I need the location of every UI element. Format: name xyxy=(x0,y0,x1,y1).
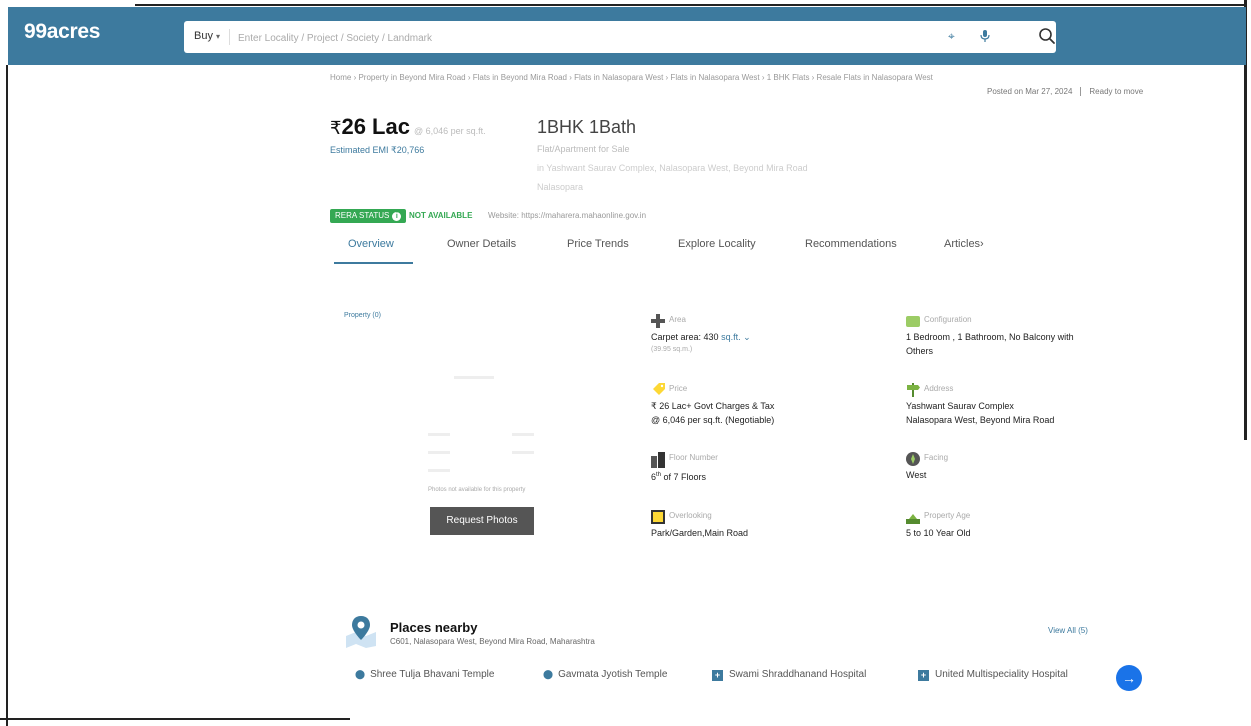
tab-owner-details[interactable]: Owner Details xyxy=(447,238,516,250)
emi-link[interactable]: Estimated EMI ₹20,766 xyxy=(330,145,424,156)
request-photos-button[interactable]: Request Photos xyxy=(430,507,534,535)
detail-label: Area xyxy=(669,315,686,324)
scan-border-left xyxy=(6,65,8,726)
detail-value: Park/Garden,Main Road xyxy=(651,528,749,538)
map-pin-icon xyxy=(344,614,378,648)
search-divider xyxy=(229,29,230,45)
search-input[interactable] xyxy=(236,25,940,51)
tab-recommendations[interactable]: Recommendations xyxy=(805,238,897,250)
buy-label: Buy xyxy=(194,30,213,42)
bed-icon xyxy=(906,314,920,328)
listing-type: Flat/Apartment for Sale xyxy=(537,144,630,154)
detail-label: Property Age xyxy=(924,511,971,520)
view-all-link[interactable]: View All (5) xyxy=(1048,626,1088,635)
active-tab-indicator xyxy=(334,262,413,264)
config-line-2: Others xyxy=(906,346,934,356)
detail-label: Overlooking xyxy=(669,511,712,520)
scan-border-right xyxy=(1244,0,1247,440)
hospital-icon: + xyxy=(712,670,723,681)
tab-overview[interactable]: Overview xyxy=(348,238,394,250)
hospital-icon: + xyxy=(918,670,929,681)
detail-value: ₹ 26 Lac+ Govt Charges & Tax @ 6,046 per … xyxy=(651,399,774,427)
unit-selector[interactable]: sq.ft. ⌄ xyxy=(721,332,751,342)
place-name: United Multispeciality Hospital xyxy=(935,669,1068,680)
area-icon xyxy=(651,314,665,328)
places-nearby-title: Places nearby xyxy=(390,620,478,635)
chevron-down-icon: ▾ xyxy=(215,32,220,41)
tab-price-trends[interactable]: Price Trends xyxy=(567,238,629,250)
address-line-2: Nalasopara West, Beyond Mira Road xyxy=(906,415,1055,425)
listing-price: ₹26 Lac @ 6,046 per sq.ft. xyxy=(330,114,486,140)
detail-value: 6th of 7 Floors xyxy=(651,468,706,484)
place-name: Shree Tulja Bhavani Temple xyxy=(370,669,495,680)
place-name: Gavmata Jyotish Temple xyxy=(558,669,668,680)
compass-icon xyxy=(906,452,920,466)
place-chip[interactable]: ⬤ Shree Tulja Bhavani Temple xyxy=(355,669,494,680)
tab-explore-locality[interactable]: Explore Locality xyxy=(678,238,756,250)
rera-badge-label: RERA STATUS xyxy=(335,211,390,220)
crosshair-icon[interactable]: ⌖ xyxy=(948,30,960,42)
magnifier-icon[interactable] xyxy=(1038,27,1058,47)
price-line-2: @ 6,046 per sq.ft. (Negotiable) xyxy=(651,415,775,425)
posted-divider xyxy=(1080,87,1082,97)
listing-config: 1BHK 1Bath xyxy=(537,117,637,137)
price-line-1: ₹ 26 Lac+ Govt Charges & Tax xyxy=(651,401,775,411)
rupee-symbol: ₹ xyxy=(330,118,342,138)
detail-label: Facing xyxy=(924,453,949,462)
window-icon xyxy=(651,510,665,524)
signpost-icon xyxy=(906,383,920,397)
site-logo[interactable]: 99acres xyxy=(24,20,100,44)
address-line-1: Yashwant Saurav Complex xyxy=(906,401,1014,411)
detail-value: West xyxy=(906,470,927,480)
carpet-area: Carpet area: 430 xyxy=(651,332,719,342)
mic-icon[interactable] xyxy=(980,30,992,42)
detail-label: Floor Number xyxy=(669,453,718,462)
listing-address-line: in Yashwant Saurav Complex, Nalasopara W… xyxy=(537,163,808,173)
scan-border-top xyxy=(135,4,1245,6)
rera-badge[interactable]: RERA STATUS i xyxy=(330,209,407,223)
places-nearby-subtitle: C601, Nalasopara West, Beyond Mira Road,… xyxy=(390,637,595,646)
site-header: 99acres Buy▾ ⌖ xyxy=(8,7,1246,65)
floor-total: of 7 Floors xyxy=(661,472,707,482)
price-value: 26 Lac xyxy=(341,114,410,139)
detail-label: Price xyxy=(669,384,688,393)
detail-value: 5 to 10 Year Old xyxy=(906,528,971,538)
photo-note: Photos not available for this property xyxy=(428,487,526,493)
listing-extra-line: Nalasopara xyxy=(537,182,584,192)
detail-label: Address xyxy=(924,384,954,393)
place-chip[interactable]: + United Multispeciality Hospital xyxy=(918,669,1068,681)
detail-value: Carpet area: 430 sq.ft. ⌄ xyxy=(651,330,751,344)
scan-border-bottom xyxy=(0,718,350,720)
unit-label: sq.ft. xyxy=(721,332,741,342)
place-name: Swami Shraddhanand Hospital xyxy=(729,669,867,680)
detail-label: Configuration xyxy=(924,315,972,324)
chevron-right-icon[interactable]: › xyxy=(980,238,984,250)
search-bar: Buy▾ ⌖ xyxy=(184,21,1056,53)
price-per-sqft: @ 6,046 per sq.ft. xyxy=(413,126,486,136)
detail-value: 1 Bedroom , 1 Bathroom, No Balcony with O… xyxy=(906,330,1074,358)
building-icon xyxy=(651,452,665,468)
location-pin-icon: ⬤ xyxy=(543,669,554,679)
place-chip[interactable]: + Swami Shraddhanand Hospital xyxy=(712,669,866,681)
breadcrumb[interactable]: Home › Property in Beyond Mira Road › Fl… xyxy=(330,73,980,82)
rera-website[interactable]: Website: https://maharera.mahaonline.gov… xyxy=(488,211,646,220)
place-chip[interactable]: ⬤ Gavmata Jyotish Temple xyxy=(543,669,667,680)
possession-status: Ready to move xyxy=(1089,87,1144,96)
tab-articles[interactable]: Articles xyxy=(944,238,980,250)
info-icon: i xyxy=(392,212,402,221)
buy-dropdown[interactable]: Buy ▾ xyxy=(194,30,220,42)
photo-count[interactable]: Property (0) xyxy=(344,312,381,319)
detail-subvalue: (39.95 sq.m.) xyxy=(651,346,693,353)
posted-info: Posted on Mar 27, 2024 Ready to move xyxy=(987,87,1144,97)
posted-date: Posted on Mar 27, 2024 xyxy=(987,87,1073,96)
arrow-right-icon[interactable]: → xyxy=(1116,665,1142,691)
detail-value: Yashwant Saurav Complex Nalasopara West, … xyxy=(906,399,1054,427)
rera-status: NOT AVAILABLE xyxy=(409,211,473,220)
location-pin-icon: ⬤ xyxy=(355,669,366,679)
photo-placeholder xyxy=(428,373,536,483)
home-age-icon xyxy=(906,510,920,524)
tag-icon xyxy=(651,383,665,397)
config-line-1: 1 Bedroom , 1 Bathroom, No Balcony with xyxy=(906,332,1074,342)
